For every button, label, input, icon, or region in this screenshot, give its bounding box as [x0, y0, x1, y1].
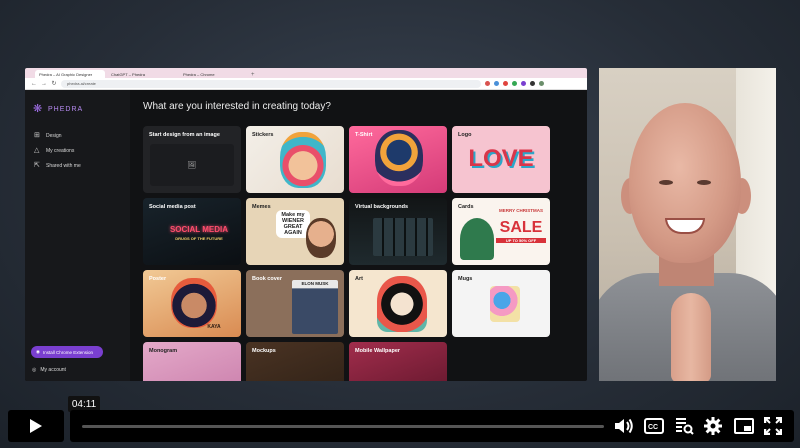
new-tab-icon[interactable]: + — [251, 72, 259, 78]
volume-icon — [615, 418, 633, 434]
sidebar-item-my-creations[interactable]: △ My creations — [25, 143, 130, 158]
social-artwork-text: SOCIAL MEDIA — [169, 225, 229, 234]
tshirt-artwork — [375, 130, 423, 186]
cards-artwork-text: SALE — [499, 219, 543, 236]
page-title: What are you interested in creating toda… — [143, 101, 331, 112]
art-artwork — [377, 276, 427, 332]
sidebar-item-label: Design — [46, 132, 62, 139]
sidebar-item-label: Shared with me — [46, 162, 81, 169]
card-social-media-post[interactable]: Social media post SOCIAL MEDIA DRUGS OF … — [143, 198, 241, 265]
play-icon — [30, 419, 42, 433]
card-art[interactable]: Art — [349, 270, 447, 337]
card-mugs[interactable]: Mugs — [452, 270, 550, 337]
sidebar-item-design[interactable]: ⊞ Design — [25, 128, 130, 143]
forward-icon[interactable]: → — [41, 81, 47, 87]
card-virtual-backgrounds[interactable]: Virtual backgrounds — [349, 198, 447, 265]
captions-button[interactable]: CC — [644, 418, 664, 434]
browser-address-bar: ← → ↻ phedra.ai/create — [25, 78, 587, 90]
book-cover-artwork-text: ELON MUSK — [301, 281, 329, 286]
image-upload-area[interactable]: 🖼 — [150, 144, 234, 186]
gear-icon — [704, 417, 722, 435]
extension-icon[interactable] — [485, 81, 490, 86]
phedra-app: ❋ PHEDRA ⊞ Design △ My creations ⇱ Share… — [25, 90, 587, 381]
fullscreen-button[interactable] — [764, 417, 784, 435]
main-content: What are you interested in creating toda… — [130, 90, 587, 381]
virtual-background-artwork — [373, 218, 433, 256]
logo[interactable]: ❋ PHEDRA — [25, 90, 130, 128]
grid-icon: ⊞ — [34, 132, 40, 139]
fullscreen-icon — [764, 417, 782, 435]
logo-artwork-text: LOVE — [468, 145, 534, 172]
card-memes[interactable]: Memes Make my WIENER GREAT AGAIN — [246, 198, 344, 265]
chrome-icon: ◉ — [36, 349, 40, 354]
image-icon: 🖼 — [187, 162, 197, 169]
transcript-icon — [676, 418, 694, 435]
pip-icon — [734, 418, 754, 434]
social-artwork-sub: DRUGS OF THE FUTURE — [175, 236, 223, 241]
browser-tab-bar: Phedra – AI Graphic Designer ChatGPT – P… — [25, 68, 587, 78]
memes-artwork-text: Make my WIENER GREAT AGAIN — [276, 210, 310, 238]
back-icon[interactable]: ← — [31, 81, 37, 87]
sidebar: ❋ PHEDRA ⊞ Design △ My creations ⇱ Share… — [25, 90, 130, 381]
template-grid: Start design from an image 🖼 Stickers T-… — [138, 126, 587, 381]
cards-artwork-top: MERRY CHRISTMAS — [498, 208, 543, 213]
extension-icon[interactable] — [530, 81, 535, 86]
my-account-link[interactable]: ◎ My account — [32, 367, 66, 373]
poster-artwork-text: KAYA — [207, 324, 221, 330]
mug-artwork — [490, 286, 520, 322]
presenter-hands — [671, 293, 711, 381]
url-field[interactable]: phedra.ai/create — [61, 79, 481, 88]
svg-text:CC: CC — [648, 424, 658, 431]
card-mockups[interactable]: Mockups — [246, 342, 344, 381]
stickers-artwork — [280, 132, 326, 188]
captions-icon: CC — [644, 418, 664, 434]
presenter-eye — [659, 180, 673, 185]
control-bar: CC — [70, 410, 794, 442]
progress-bar[interactable] — [82, 424, 604, 428]
logo-text: PHEDRA — [48, 105, 84, 113]
transcript-button[interactable] — [674, 417, 694, 435]
play-button[interactable] — [8, 410, 64, 442]
card-start-from-image[interactable]: Start design from an image 🖼 — [143, 126, 241, 193]
cards-tree-artwork — [460, 218, 494, 260]
extension-icon[interactable] — [494, 81, 499, 86]
install-chrome-extension-button[interactable]: ◉ Install Chrome Extension — [31, 346, 103, 358]
card-cards[interactable]: Cards MERRY CHRISTMAS SALE UP TO 50% OFF — [452, 198, 550, 265]
card-stickers[interactable]: Stickers — [246, 126, 344, 193]
book-cover-artwork — [292, 280, 338, 334]
reload-icon[interactable]: ↻ — [51, 80, 57, 87]
sidebar-item-shared[interactable]: ⇱ Shared with me — [25, 158, 130, 173]
user-icon: ◎ — [32, 367, 37, 373]
video-player-controls: CC — [8, 410, 794, 442]
shared-screen: Phedra – AI Graphic Designer ChatGPT – P… — [25, 68, 587, 381]
memes-face-artwork — [306, 218, 336, 258]
presenter-webcam — [599, 68, 776, 381]
profile-icon[interactable] — [539, 81, 544, 86]
picture-in-picture-button[interactable] — [734, 418, 754, 434]
browser-tab-phedra[interactable]: Phedra – AI Graphic Designer — [35, 70, 105, 78]
extension-icon[interactable] — [503, 81, 508, 86]
share-icon: ⇱ — [34, 162, 40, 169]
settings-button[interactable] — [704, 417, 724, 435]
triangle-icon: △ — [34, 147, 40, 154]
extension-icon[interactable] — [512, 81, 517, 86]
extension-icon[interactable] — [521, 81, 526, 86]
volume-button[interactable] — [614, 417, 634, 435]
card-monogram[interactable]: Monogram — [143, 342, 241, 381]
card-poster[interactable]: Poster KAYA — [143, 270, 241, 337]
sidebar-item-label: My creations — [46, 147, 75, 154]
presenter-head — [629, 103, 741, 263]
card-book-cover[interactable]: Book cover ELON MUSK — [246, 270, 344, 337]
poster-artwork — [171, 278, 217, 328]
phedra-logo-icon: ❋ — [33, 103, 43, 115]
browser-tab-chrome[interactable]: Phedra – Chrome — [179, 70, 249, 78]
browser-tab-chatgpt[interactable]: ChatGPT – Phedra — [107, 70, 177, 78]
card-tshirt[interactable]: T-Shirt — [349, 126, 447, 193]
card-logo[interactable]: Logo LOVE — [452, 126, 550, 193]
presenter-eye — [697, 180, 711, 185]
card-mobile-wallpaper[interactable]: Mobile Wallpaper — [349, 342, 447, 381]
cards-artwork-sub: UP TO 50% OFF — [496, 238, 546, 243]
